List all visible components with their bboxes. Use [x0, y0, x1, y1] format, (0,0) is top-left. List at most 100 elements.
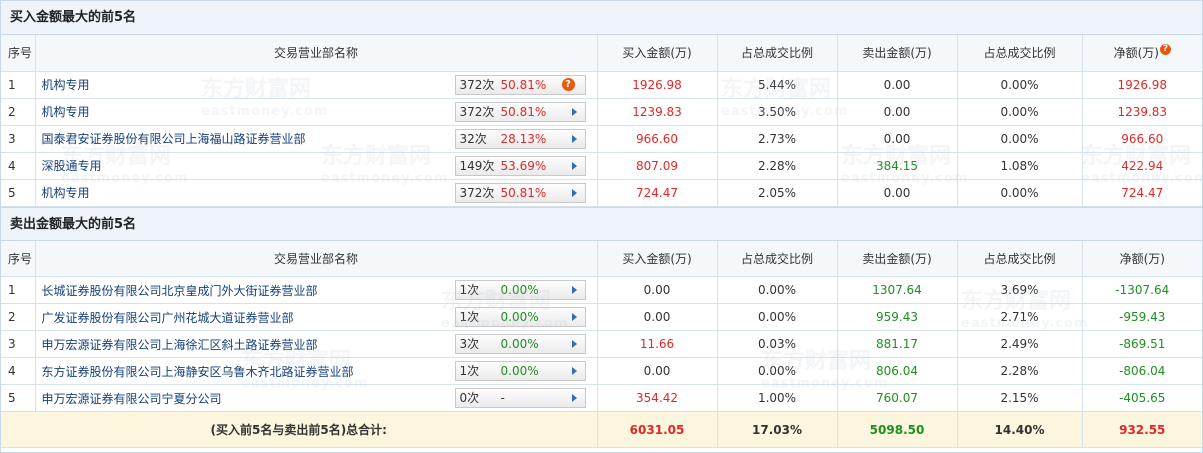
- stats-button[interactable]: 32次 28.13%: [454, 128, 586, 149]
- stats-button[interactable]: 3次 0.00%: [454, 334, 586, 354]
- col-dept: 交易营业部名称: [35, 35, 598, 72]
- buy-amount: 0.00: [597, 357, 718, 385]
- sell-amount: 0.00: [837, 71, 958, 99]
- stats-button[interactable]: 372次 50.81%?: [454, 74, 586, 95]
- dept-cell: 东方证券股份有限公司上海静安区乌鲁木齐北路证券营业部 1次 0.00%: [35, 357, 598, 385]
- success-rate: -: [500, 391, 505, 405]
- question-circle-icon[interactable]: ?: [561, 77, 575, 91]
- sell-table-header: 序号 交易营业部名称 买入金额(万) 占总成交比例 卖出金额(万) 占总成交比例…: [1, 240, 1202, 277]
- trade-count: 0次: [459, 391, 480, 405]
- net-amount: 724.47: [1082, 179, 1202, 207]
- table-row: 4 东方证券股份有限公司上海静安区乌鲁木齐北路证券营业部 1次 0.00% 0.00 0.…: [1, 357, 1202, 385]
- col-sell-ratio: 占总成交比例: [957, 240, 1083, 277]
- buy-amount: 0.00: [597, 276, 718, 304]
- trade-count: 372次: [459, 104, 495, 119]
- dept-link[interactable]: 长城证券股份有限公司北京皇成门外大街证券营业部: [42, 284, 318, 298]
- buy-ratio: 0.00%: [717, 276, 838, 304]
- dept-link[interactable]: 国泰君安证券股份有限公司上海福山路证券营业部: [42, 132, 306, 146]
- dept-link[interactable]: 申万宏源证券有限公司宁夏分公司: [42, 392, 222, 406]
- success-rate: 0.00%: [500, 310, 539, 324]
- dept-link[interactable]: 申万宏源证券有限公司上海徐汇区斜土路证券营业部: [42, 338, 318, 352]
- trade-count: 372次: [459, 77, 495, 92]
- stats-button[interactable]: 1次 0.00%: [454, 361, 586, 381]
- buy-table: 序号 交易营业部名称 买入金额(万) 占总成交比例 卖出金额(万) 占总成交比例…: [1, 35, 1202, 207]
- buy-ratio: 0.03%: [717, 330, 838, 358]
- sell-ratio: 2.15%: [957, 384, 1083, 412]
- success-rate: 0.00%: [500, 283, 539, 297]
- sell-ratio: 2.28%: [957, 357, 1083, 385]
- summary-row: (买入前5名与卖出前5名)总合计: 6031.05 17.03% 5098.50…: [1, 411, 1202, 448]
- dept-link[interactable]: 机构专用: [42, 186, 90, 200]
- summary-buy: 6031.05: [597, 411, 718, 448]
- buy-amount: 0.00: [597, 303, 718, 331]
- sell-ratio: 1.08%: [957, 152, 1083, 180]
- question-circle-icon[interactable]: ?: [1159, 44, 1171, 56]
- summary-net: 932.55: [1082, 411, 1202, 448]
- dept-link[interactable]: 深股通专用: [42, 159, 102, 173]
- table-row: 2 广发证券股份有限公司广州花城大道证券营业部 1次 0.00% 0.00 0.00% 95…: [1, 303, 1202, 331]
- buy-amount: 1239.83: [597, 98, 718, 126]
- play-right-icon: [571, 313, 577, 321]
- dept-cell: 深股通专用 149次 53.69%: [35, 152, 598, 180]
- sell-ratio: 0.00%: [957, 125, 1083, 153]
- buy-amount: 1926.98: [597, 71, 718, 99]
- dept-link[interactable]: 机构专用: [42, 105, 90, 119]
- table-row: 2 机构专用 372次 50.81% 1239.83 3.50% 0.00 0.00% 1239…: [1, 98, 1202, 126]
- play-right-icon: [571, 286, 577, 294]
- row-index: 4: [1, 152, 36, 180]
- trade-count: 149次: [459, 158, 495, 173]
- sell-ratio: 2.71%: [957, 303, 1083, 331]
- table-row: 3 国泰君安证券股份有限公司上海福山路证券营业部 32次 28.13% 966.60 2.…: [1, 125, 1202, 153]
- sell-amount: 384.15: [837, 152, 958, 180]
- row-index: 2: [1, 303, 36, 331]
- stats-button[interactable]: 149次 53.69%: [454, 155, 586, 176]
- sell-ratio: 0.00%: [957, 179, 1083, 207]
- dept-cell: 机构专用 372次 50.81%: [35, 98, 598, 126]
- buy-ratio: 1.00%: [717, 384, 838, 412]
- play-right-icon: [571, 134, 577, 143]
- sell-table: 序号 交易营业部名称 买入金额(万) 占总成交比例 卖出金额(万) 占总成交比例…: [1, 240, 1202, 448]
- buy-ratio: 3.50%: [717, 98, 838, 126]
- table-row: 5 申万宏源证券有限公司宁夏分公司 0次 - 354.42 1.00% 760.07 2.15…: [1, 384, 1202, 412]
- play-right-icon: [571, 367, 577, 375]
- row-index: 3: [1, 125, 36, 153]
- col-net: 净额(万): [1082, 240, 1202, 277]
- col-buy-ratio: 占总成交比例: [717, 240, 838, 277]
- net-amount: -959.43: [1082, 303, 1202, 331]
- dept-cell: 广发证券股份有限公司广州花城大道证券营业部 1次 0.00%: [35, 303, 598, 331]
- dept-link[interactable]: 机构专用: [42, 78, 90, 92]
- sell-amount: 760.07: [837, 384, 958, 412]
- dept-cell: 申万宏源证券有限公司上海徐汇区斜土路证券营业部 3次 0.00%: [35, 330, 598, 358]
- net-amount: -1307.64: [1082, 276, 1202, 304]
- trade-count: 1次: [459, 283, 480, 297]
- play-right-icon: [571, 188, 577, 197]
- success-rate: 50.81%: [500, 77, 547, 92]
- buy-amount: 966.60: [597, 125, 718, 153]
- row-index: 1: [1, 276, 36, 304]
- stats-button[interactable]: 372次 50.81%: [454, 182, 586, 203]
- buy-amount: 11.66: [597, 330, 718, 358]
- dept-link[interactable]: 东方证券股份有限公司上海静安区乌鲁木齐北路证券营业部: [42, 365, 354, 379]
- stats-button[interactable]: 1次 0.00%: [454, 307, 586, 327]
- stats-button[interactable]: 0次 -: [454, 388, 586, 408]
- sell-amount: 0.00: [837, 98, 958, 126]
- summary-label: (买入前5名与卖出前5名)总合计:: [1, 411, 598, 448]
- buy-ratio: 2.73%: [717, 125, 838, 153]
- buy-ratio: 0.00%: [717, 357, 838, 385]
- sell-amount: 0.00: [837, 125, 958, 153]
- buy-ratio: 5.44%: [717, 71, 838, 99]
- success-rate: 50.81%: [500, 104, 547, 119]
- buy-ratio: 0.00%: [717, 303, 838, 331]
- dept-cell: 机构专用 372次 50.81%: [35, 179, 598, 207]
- table-row: 1 机构专用 372次 50.81%? 1926.98 5.44% 0.00 0.00% 192…: [1, 71, 1202, 99]
- stats-button[interactable]: 372次 50.81%: [454, 101, 586, 122]
- dept-cell: 机构专用 372次 50.81%?: [35, 71, 598, 99]
- summary-buy-ratio: 17.03%: [717, 411, 838, 448]
- stats-button[interactable]: 1次 0.00%: [454, 280, 586, 300]
- sell-amount: 881.17: [837, 330, 958, 358]
- row-index: 4: [1, 357, 36, 385]
- net-amount: -405.65: [1082, 384, 1202, 412]
- net-amount: -806.04: [1082, 357, 1202, 385]
- dept-link[interactable]: 广发证券股份有限公司广州花城大道证券营业部: [42, 311, 294, 325]
- table-row: 4 深股通专用 149次 53.69% 807.09 2.28% 384.15 1.08% 42…: [1, 152, 1202, 180]
